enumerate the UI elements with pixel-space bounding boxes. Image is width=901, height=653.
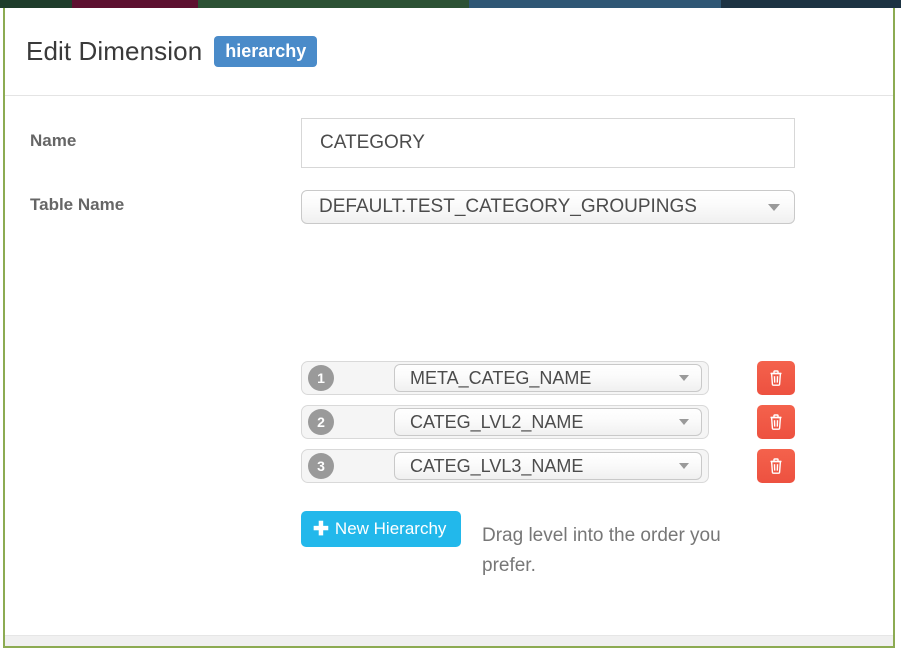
- strip-segment-dark-green: [0, 0, 73, 8]
- hierarchy-level-row: 3 CATEG_LVL3_NAME: [301, 449, 795, 483]
- level-column-select[interactable]: CATEG_LVL2_NAME: [394, 408, 702, 436]
- card-footer: [5, 635, 893, 646]
- chevron-down-icon: [768, 204, 780, 211]
- level-order-badge: 1: [308, 365, 334, 391]
- level-column-select[interactable]: META_CATEG_NAME: [394, 364, 702, 392]
- trash-icon: [768, 369, 784, 387]
- table-name-select-value: DEFAULT.TEST_CATEGORY_GROUPINGS: [319, 196, 697, 217]
- status-badge: hierarchy: [214, 36, 318, 67]
- new-hierarchy-button-label: New Hierarchy: [334, 519, 447, 538]
- delete-level-button[interactable]: [757, 449, 795, 483]
- plus-icon: ✚: [313, 518, 329, 540]
- level-column-select[interactable]: CATEG_LVL3_NAME: [394, 452, 702, 480]
- name-field-row: Name: [5, 118, 893, 168]
- edit-dimension-card: Edit Dimension hierarchy Name Table Name…: [3, 8, 895, 648]
- hierarchy-levels-list: 1 META_CATEG_NAME 2 CATEG_LVL2_NAME 3 CA…: [301, 361, 795, 493]
- table-name-label: Table Name: [30, 195, 125, 214]
- trash-icon: [768, 457, 784, 475]
- hierarchy-level-row: 1 META_CATEG_NAME: [301, 361, 795, 395]
- strip-segment-maroon: [72, 0, 199, 8]
- new-hierarchy-button[interactable]: ✚ New Hierarchy: [301, 511, 462, 547]
- name-label: Name: [30, 131, 77, 150]
- name-input[interactable]: [301, 118, 795, 168]
- strip-segment-steel-blue: [468, 0, 721, 8]
- table-name-field-row: Table Name DEFAULT.TEST_CATEGORY_GROUPIN…: [5, 190, 893, 224]
- level-column-select-value: META_CATEG_NAME: [410, 367, 592, 388]
- level-order-badge: 2: [308, 409, 334, 435]
- strip-segment-green: [198, 0, 469, 8]
- chevron-down-icon: [679, 463, 689, 469]
- delete-level-button[interactable]: [757, 405, 795, 439]
- delete-level-button[interactable]: [757, 361, 795, 395]
- browser-chrome-strip: [0, 0, 901, 8]
- page-title: Edit Dimension: [26, 36, 203, 66]
- table-name-select[interactable]: DEFAULT.TEST_CATEGORY_GROUPINGS: [301, 190, 795, 224]
- strip-segment-dark: [720, 0, 901, 8]
- trash-icon: [768, 413, 784, 431]
- level-column-select-value: CATEG_LVL3_NAME: [410, 455, 584, 476]
- hierarchy-level-row: 2 CATEG_LVL2_NAME: [301, 405, 795, 439]
- drag-hint-text: Drag level into the order you prefer.: [482, 525, 721, 576]
- level-column-select-value: CATEG_LVL2_NAME: [410, 411, 584, 432]
- chevron-down-icon: [679, 375, 689, 381]
- chevron-down-icon: [679, 419, 689, 425]
- level-order-badge: 3: [308, 453, 334, 479]
- card-header: Edit Dimension hierarchy: [5, 8, 893, 96]
